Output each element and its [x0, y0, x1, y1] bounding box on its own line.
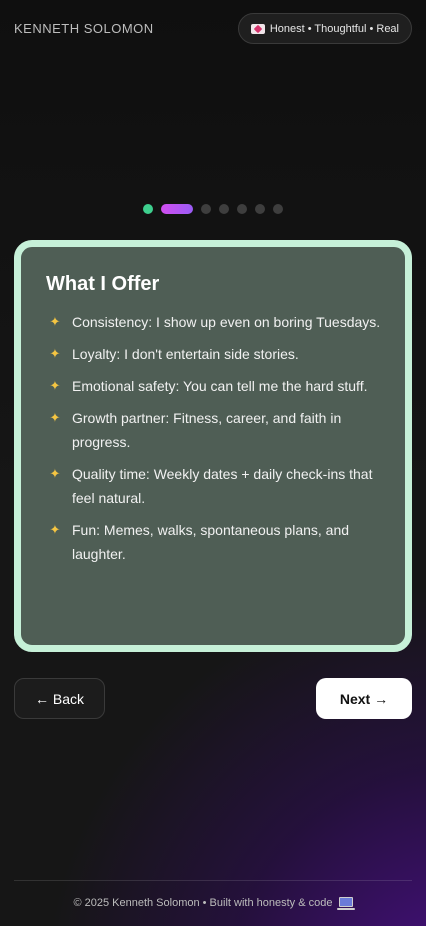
card-title: What I Offer	[46, 273, 160, 295]
progress-dots	[0, 204, 426, 214]
offer-card: What I Offer ✦ Consistency: I show up ev…	[14, 240, 412, 652]
progress-dot-7[interactable]	[273, 204, 283, 214]
progress-dot-6[interactable]	[255, 204, 265, 214]
brand-name: KENNETH SOLOMON	[14, 21, 154, 36]
progress-dot-5[interactable]	[237, 204, 247, 214]
list-item: ✦ Emotional safety: You can tell me the …	[46, 374, 381, 398]
sparkles-icon: ✦	[49, 410, 61, 425]
list-item-label: Fun: Memes, walks, spontaneous plans, an…	[72, 522, 350, 562]
list-item: ✦ Fun: Memes, walks, spontaneous plans, …	[46, 518, 381, 566]
sparkles-icon: ✦	[49, 314, 61, 329]
tagline-badge: Honest • Thoughtful • Real	[237, 13, 412, 44]
list-item-label: Quality time: Weekly dates + daily check…	[72, 466, 373, 506]
sparkles-icon: ✦	[49, 378, 61, 393]
list-item-label: Emotional safety: You can tell me the ha…	[72, 378, 368, 394]
sparkles-icon: ✦	[49, 466, 61, 481]
laptop-icon	[336, 897, 355, 910]
progress-dot-4[interactable]	[219, 204, 229, 214]
progress-dot-2[interactable]	[161, 204, 193, 214]
footer: © 2025 Kenneth Solomon • Built with hone…	[0, 897, 426, 910]
list-item: ✦ Consistency: I show up even on boring …	[46, 310, 381, 334]
list-item-label: Growth partner: Fitness, career, and fai…	[72, 410, 342, 450]
footer-divider	[14, 880, 412, 881]
sparkles-icon: ✦	[49, 346, 61, 361]
next-button[interactable]: Next →	[316, 678, 412, 719]
progress-dot-3[interactable]	[201, 204, 211, 214]
sparkles-icon: ✦	[49, 522, 61, 537]
header: KENNETH SOLOMON Honest • Thoughtful • Re…	[14, 13, 412, 44]
offer-list: ✦ Consistency: I show up even on boring …	[46, 310, 381, 566]
footer-text: © 2025 Kenneth Solomon • Built with hone…	[73, 897, 333, 909]
list-item-label: Consistency: I show up even on boring Tu…	[72, 314, 381, 330]
back-button[interactable]: ← Back	[14, 678, 105, 719]
progress-dot-1[interactable]	[143, 204, 153, 214]
list-item-label: Loyalty: I don't entertain side stories.	[72, 346, 299, 362]
list-item: ✦ Quality time: Weekly dates + daily che…	[46, 462, 381, 510]
list-item: ✦ Loyalty: I don't entertain side storie…	[46, 342, 381, 366]
tagline-text: Honest • Thoughtful • Real	[269, 22, 399, 35]
list-item: ✦ Growth partner: Fitness, career, and f…	[46, 406, 381, 454]
heart-letter-icon	[250, 23, 265, 34]
